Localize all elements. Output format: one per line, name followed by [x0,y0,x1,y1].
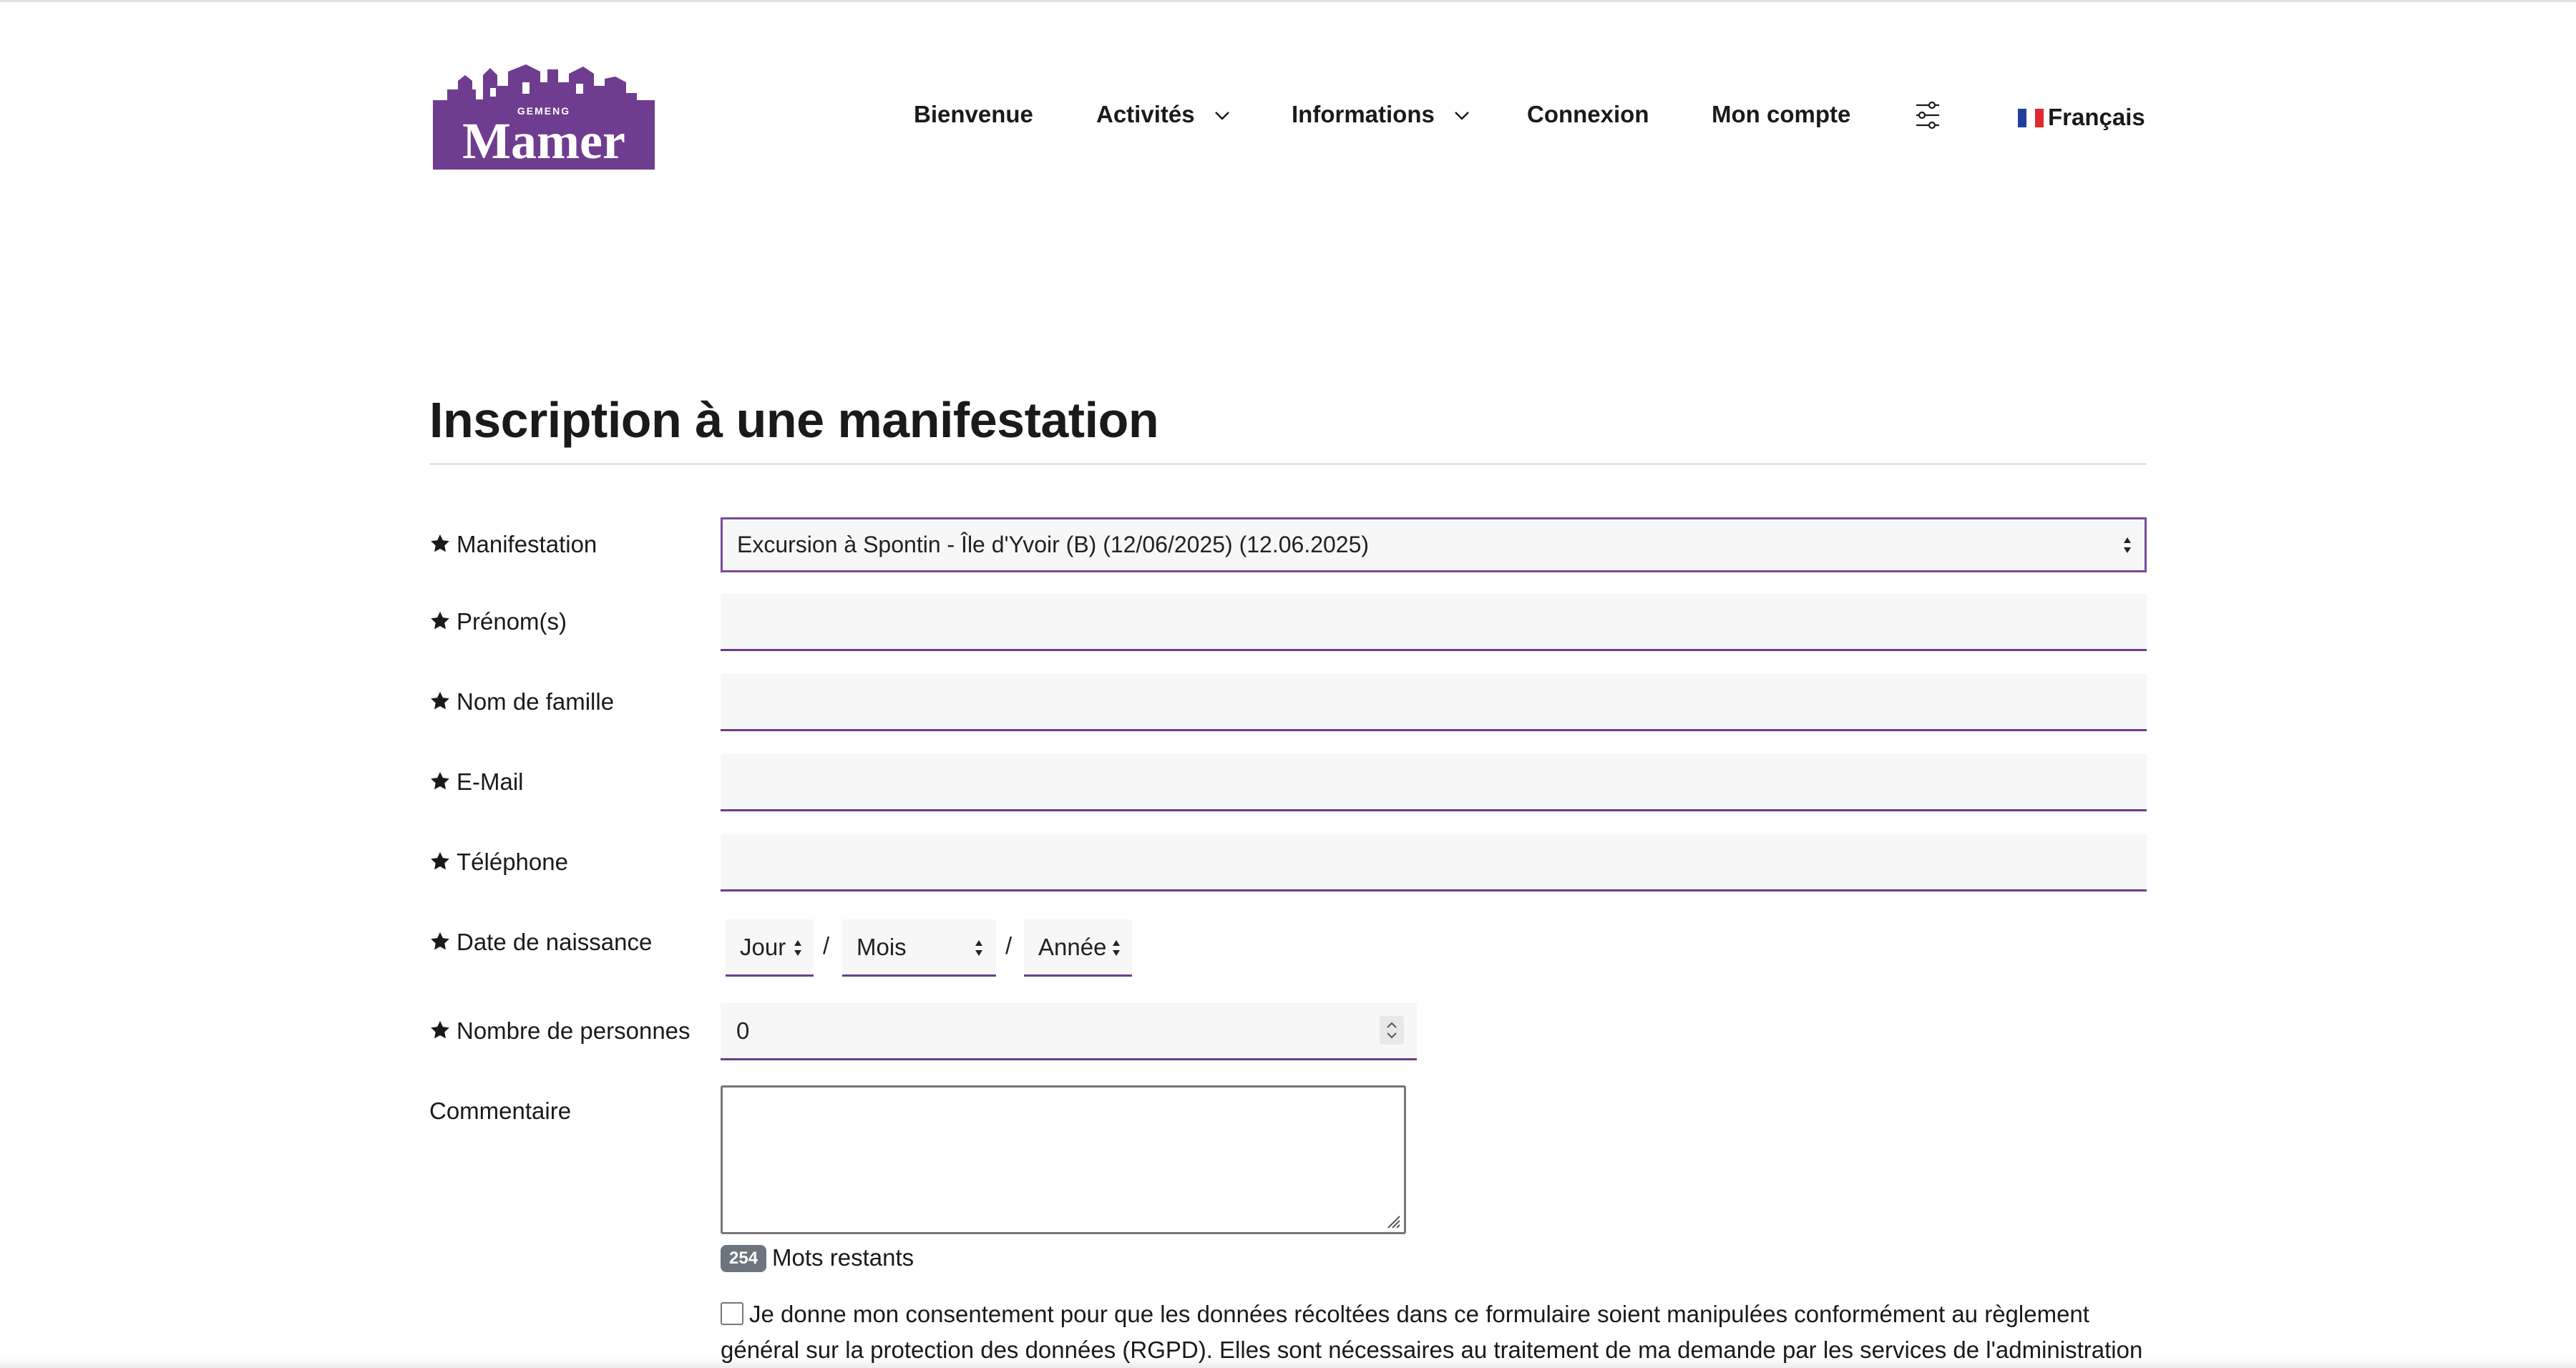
bottom-shadow [0,1358,2576,1368]
required-star-icon [431,1020,449,1039]
date-separator: / [1005,932,1013,959]
comment-textarea[interactable] [721,1085,1406,1234]
resize-handle-icon[interactable] [1384,1212,1401,1229]
word-counter: 254 Mots restants [721,1244,914,1272]
required-star-icon [431,611,449,630]
nom-label-text: Nom de famille [457,688,615,715]
birth-day-select[interactable]: Jour [726,919,814,977]
required-star-icon [431,534,449,552]
comment-label: Commentaire [429,1098,572,1124]
main-nav: Bienvenue Activités Informations Connexi… [0,0,2576,236]
manifestation-label: Manifestation [429,530,597,559]
required-star-icon [431,932,449,950]
nav-informations[interactable]: Informations [1292,100,1470,129]
consent-block: Je donne mon consentement pour que les d… [721,1296,2147,1368]
number-spinner-icon[interactable] [1380,1016,1404,1045]
birth-year-value: Année [1038,934,1107,960]
prenom-label-text: Prénom(s) [457,608,567,635]
email-label: E-Mail [429,768,524,796]
persons-label: Nombre de personnes [429,1017,691,1045]
language-selector[interactable]: Français [2018,103,2145,132]
birthdate-label: Date de naissance [429,928,652,957]
manifestation-label-text: Manifestation [457,531,597,557]
telephone-input[interactable] [721,834,2147,891]
birth-month-select[interactable]: Mois [842,919,996,977]
required-star-icon [431,771,449,790]
nav-connexion[interactable]: Connexion [1527,100,1649,129]
chevron-down-icon [1214,112,1229,121]
birth-day-value: Jour [740,934,786,960]
nav-activites-label: Activités [1096,101,1195,127]
nav-connexion-label: Connexion [1527,101,1649,127]
chevron-down-icon [1455,112,1469,121]
required-star-icon [431,691,449,710]
remaining-count-badge: 254 [721,1245,767,1272]
select-arrows-icon [794,940,801,956]
consent-checkbox[interactable] [721,1302,743,1325]
email-label-text: E-Mail [457,768,524,795]
birth-year-select[interactable]: Année [1024,919,1132,977]
required-star-icon [431,851,449,870]
sliders-icon[interactable] [1915,101,1941,130]
page-title: Inscription à une manifestation [429,392,1159,448]
nav-informations-label: Informations [1292,101,1435,127]
persons-value: 0 [736,1017,750,1044]
nav-bienvenue[interactable]: Bienvenue [914,100,1033,129]
email-input[interactable] [721,754,2147,811]
nom-label: Nom de famille [429,688,614,716]
title-divider [429,463,2147,465]
manifestation-select[interactable]: Excursion à Spontin - Île d'Yvoir (B) (1… [721,517,2147,572]
telephone-label: Téléphone [429,848,568,876]
nav-activites[interactable]: Activités [1096,100,1230,129]
select-arrows-icon [975,940,982,956]
birthdate-label-text: Date de naissance [457,929,653,955]
select-arrows-icon [1113,940,1120,956]
remaining-label: Mots restants [772,1244,914,1271]
prenom-input[interactable] [721,594,2147,651]
language-label: Français [2048,104,2145,130]
nav-mon-compte[interactable]: Mon compte [1712,100,1850,129]
select-arrows-icon [2124,537,2131,553]
fr-flag-icon [2018,105,2044,127]
nav-mon-compte-label: Mon compte [1712,101,1851,127]
date-separator: / [823,932,830,959]
manifestation-value: Excursion à Spontin - Île d'Yvoir (B) (1… [737,532,1370,557]
nom-input[interactable] [721,674,2147,731]
birth-month-value: Mois [857,934,907,960]
telephone-label-text: Téléphone [457,849,568,875]
nav-bienvenue-label: Bienvenue [914,101,1033,127]
persons-number-input[interactable]: 0 [721,1003,1417,1060]
persons-label-text: Nombre de personnes [457,1017,691,1044]
prenom-label: Prénom(s) [429,607,567,636]
